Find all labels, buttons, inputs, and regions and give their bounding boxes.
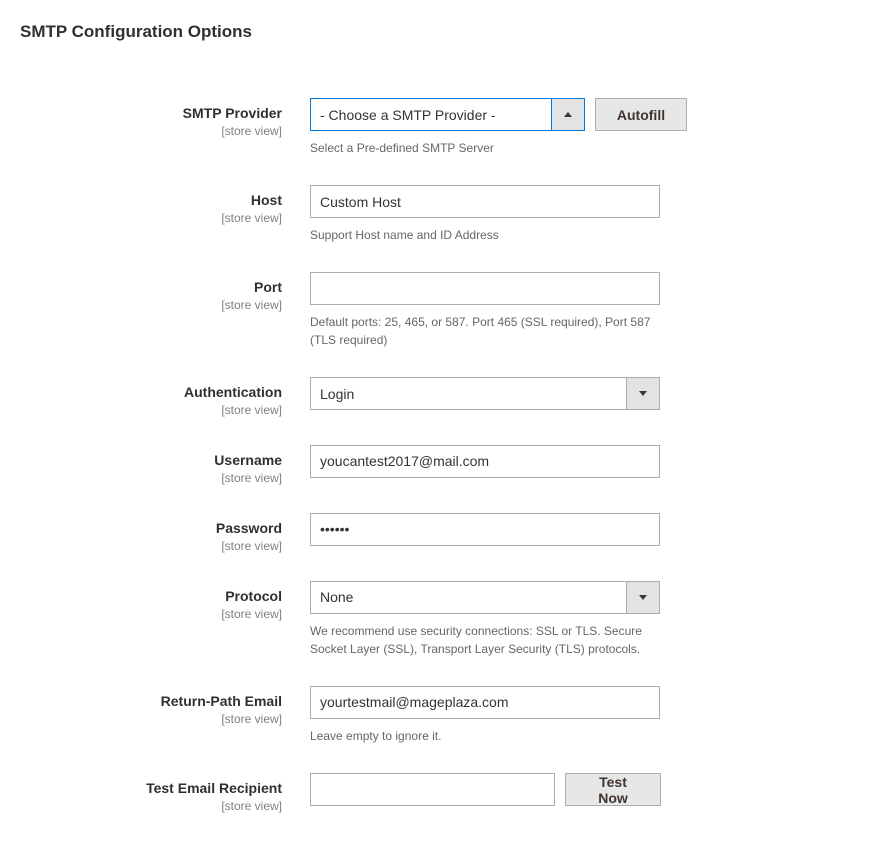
protocol-value: None xyxy=(311,582,626,613)
smtp-provider-select[interactable]: - Choose a SMTP Provider - xyxy=(310,98,585,131)
dropdown-toggle[interactable] xyxy=(551,99,584,130)
scope-label: [store view] xyxy=(20,607,282,621)
label-col: Protocol [store view] xyxy=(20,581,310,621)
label-col: Host [store view] xyxy=(20,185,310,225)
section-title: SMTP Configuration Options xyxy=(20,22,851,42)
port-label: Port xyxy=(20,278,282,297)
row-host: Host [store view] Support Host name and … xyxy=(20,185,851,244)
label-col: Username [store view] xyxy=(20,445,310,485)
username-input[interactable] xyxy=(310,445,660,478)
row-test-recipient: Test Email Recipient [store view] Test N… xyxy=(20,773,851,813)
label-col: Authentication [store view] xyxy=(20,377,310,417)
autofill-button[interactable]: Autofill xyxy=(595,98,687,131)
return-path-label: Return-Path Email xyxy=(20,692,282,711)
label-col: Return-Path Email [store view] xyxy=(20,686,310,726)
scope-label: [store view] xyxy=(20,799,282,813)
row-protocol: Protocol [store view] None We recommend … xyxy=(20,581,851,658)
authentication-select[interactable]: Login xyxy=(310,377,660,410)
host-note: Support Host name and ID Address xyxy=(310,226,660,244)
smtp-provider-label: SMTP Provider xyxy=(20,104,282,123)
authentication-value: Login xyxy=(311,378,626,409)
row-smtp-provider: SMTP Provider [store view] - Choose a SM… xyxy=(20,98,851,157)
scope-label: [store view] xyxy=(20,403,282,417)
chevron-down-icon xyxy=(639,595,647,600)
authentication-label: Authentication xyxy=(20,383,282,402)
scope-label: [store view] xyxy=(20,124,282,138)
password-input[interactable] xyxy=(310,513,660,546)
label-col: SMTP Provider [store view] xyxy=(20,98,310,138)
username-label: Username xyxy=(20,451,282,470)
dropdown-toggle[interactable] xyxy=(626,378,659,409)
password-label: Password xyxy=(20,519,282,538)
chevron-up-icon xyxy=(564,112,572,117)
row-port: Port [store view] Default ports: 25, 465… xyxy=(20,272,851,349)
test-recipient-label: Test Email Recipient xyxy=(20,779,282,798)
protocol-select[interactable]: None xyxy=(310,581,660,614)
chevron-down-icon xyxy=(639,391,647,396)
host-input[interactable] xyxy=(310,185,660,218)
row-authentication: Authentication [store view] Login xyxy=(20,377,851,417)
test-now-button[interactable]: Test Now xyxy=(565,773,661,806)
scope-label: [store view] xyxy=(20,298,282,312)
scope-label: [store view] xyxy=(20,539,282,553)
test-recipient-input[interactable] xyxy=(310,773,555,806)
port-note: Default ports: 25, 465, or 587. Port 465… xyxy=(310,313,660,349)
row-return-path: Return-Path Email [store view] Leave emp… xyxy=(20,686,851,745)
port-input[interactable] xyxy=(310,272,660,305)
protocol-label: Protocol xyxy=(20,587,282,606)
scope-label: [store view] xyxy=(20,211,282,225)
label-col: Test Email Recipient [store view] xyxy=(20,773,310,813)
return-path-note: Leave empty to ignore it. xyxy=(310,727,660,745)
smtp-provider-note: Select a Pre-defined SMTP Server xyxy=(310,139,585,157)
return-path-input[interactable] xyxy=(310,686,660,719)
row-username: Username [store view] xyxy=(20,445,851,485)
protocol-note: We recommend use security connections: S… xyxy=(310,622,660,658)
host-label: Host xyxy=(20,191,282,210)
dropdown-toggle[interactable] xyxy=(626,582,659,613)
scope-label: [store view] xyxy=(20,712,282,726)
label-col: Password [store view] xyxy=(20,513,310,553)
scope-label: [store view] xyxy=(20,471,282,485)
row-password: Password [store view] xyxy=(20,513,851,553)
smtp-provider-value: - Choose a SMTP Provider - xyxy=(311,99,551,130)
label-col: Port [store view] xyxy=(20,272,310,312)
